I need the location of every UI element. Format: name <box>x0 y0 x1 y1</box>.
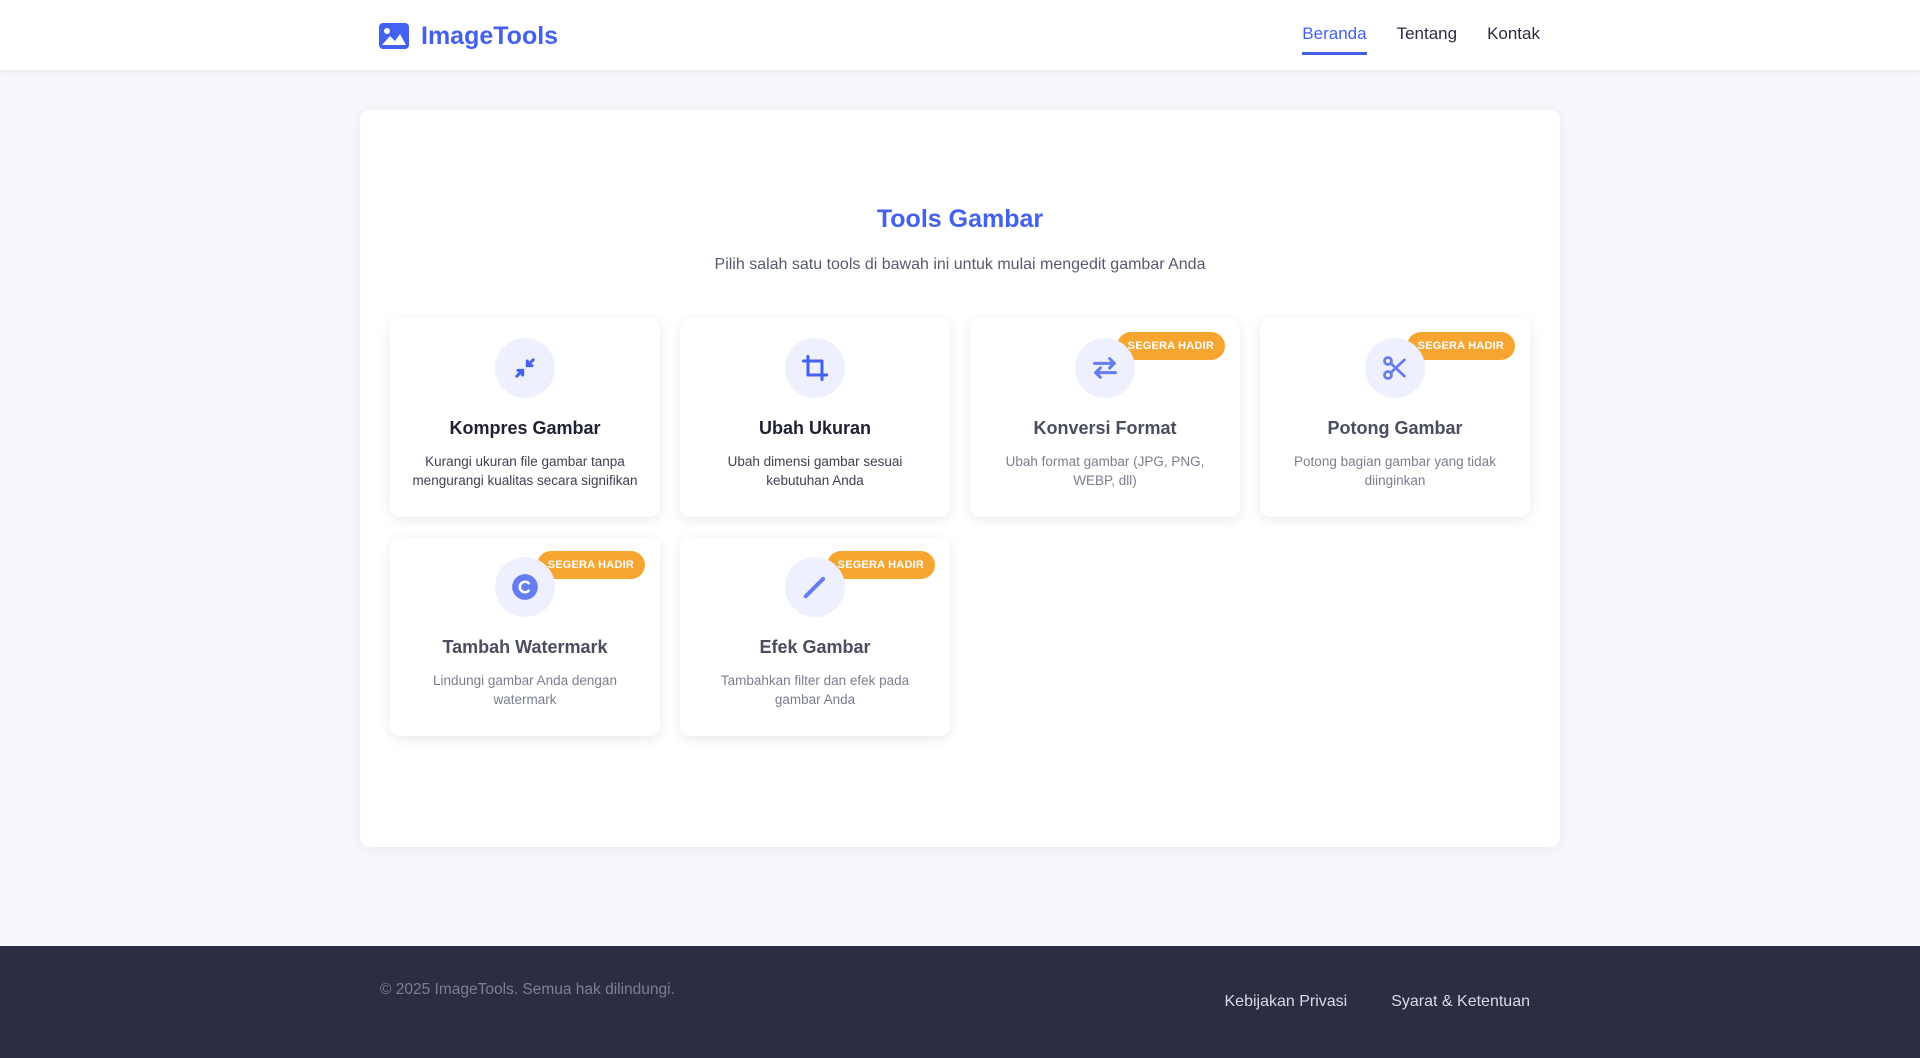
tool-card-watermark[interactable]: SEGERA HADIR Tambah Watermark Lindungi g… <box>390 537 660 736</box>
exchange-icon <box>1075 338 1135 398</box>
image-icon <box>379 23 409 49</box>
tool-description: Kurangi ukuran file gambar tanpa mengura… <box>412 454 638 488</box>
compress-icon <box>495 338 555 398</box>
tools-panel: Tools Gambar Pilih salah satu tools di b… <box>360 110 1560 847</box>
coming-soon-badge: SEGERA HADIR <box>1116 332 1225 360</box>
coming-soon-badge: SEGERA HADIR <box>536 551 645 579</box>
main-nav: Beranda Tentang Kontak <box>1302 22 1540 55</box>
tool-card-efek[interactable]: SEGERA HADIR Efek Gambar Tambahkan filte… <box>680 537 950 736</box>
tool-title: Kompres Gambar <box>449 418 601 438</box>
copyright-icon <box>495 557 555 617</box>
privacy-policy-link[interactable]: Kebijakan Privasi <box>1225 993 1348 1011</box>
nav-link-beranda[interactable]: Beranda <box>1302 22 1367 55</box>
tool-card-konversi[interactable]: SEGERA HADIR Konversi Format Ubah format… <box>970 318 1240 517</box>
site-header: ImageTools Beranda Tentang Kontak <box>0 0 1920 70</box>
magic-wand-icon <box>785 557 845 617</box>
logo-text: ImageTools <box>421 21 559 50</box>
scissors-icon <box>1365 338 1425 398</box>
tool-description: Ubah format gambar (JPG, PNG, WEBP, dll) <box>1005 454 1205 488</box>
crop-icon <box>785 338 845 398</box>
tool-description: Tambahkan filter dan efek pada gambar An… <box>720 673 910 707</box>
nav-link-tentang[interactable]: Tentang <box>1397 22 1458 55</box>
page-title: Tools Gambar <box>876 205 1044 233</box>
coming-soon-badge: SEGERA HADIR <box>826 551 935 579</box>
tool-title: Potong Gambar <box>1327 418 1463 438</box>
tool-description: Ubah dimensi gambar sesuai kebutuhan And… <box>727 454 903 488</box>
tool-card-potong[interactable]: SEGERA HADIR Potong Gambar Potong bagian… <box>1260 318 1530 517</box>
page-subtitle: Pilih salah satu tools di bawah ini untu… <box>714 256 1206 273</box>
tool-card-kompres[interactable]: Kompres Gambar Kurangi ukuran file gamba… <box>390 318 660 517</box>
tool-description: Potong bagian gambar yang tidak diingink… <box>1294 454 1496 488</box>
tool-title: Efek Gambar <box>759 637 871 657</box>
footer-links: Kebijakan Privasi Syarat & Ketentuan <box>1225 993 1531 1011</box>
tool-title: Ubah Ukuran <box>758 418 872 438</box>
tool-title: Tambah Watermark <box>442 637 608 657</box>
logo[interactable]: ImageTools <box>379 20 558 52</box>
tool-description: Lindungi gambar Anda dengan watermark <box>433 673 617 707</box>
coming-soon-badge: SEGERA HADIR <box>1406 332 1515 360</box>
tool-card-ubah-ukuran[interactable]: Ubah Ukuran Ubah dimensi gambar sesuai k… <box>680 318 950 517</box>
site-footer: © 2025 ImageTools. Semua hak dilindungi.… <box>0 946 1920 1058</box>
nav-link-kontak[interactable]: Kontak <box>1487 22 1540 55</box>
terms-link[interactable]: Syarat & Ketentuan <box>1391 993 1530 1011</box>
tools-grid: Kompres Gambar Kurangi ukuran file gamba… <box>390 318 1530 736</box>
tool-title: Konversi Format <box>1033 418 1177 438</box>
copyright-text: © 2025 ImageTools. Semua hak dilindungi. <box>380 981 675 998</box>
